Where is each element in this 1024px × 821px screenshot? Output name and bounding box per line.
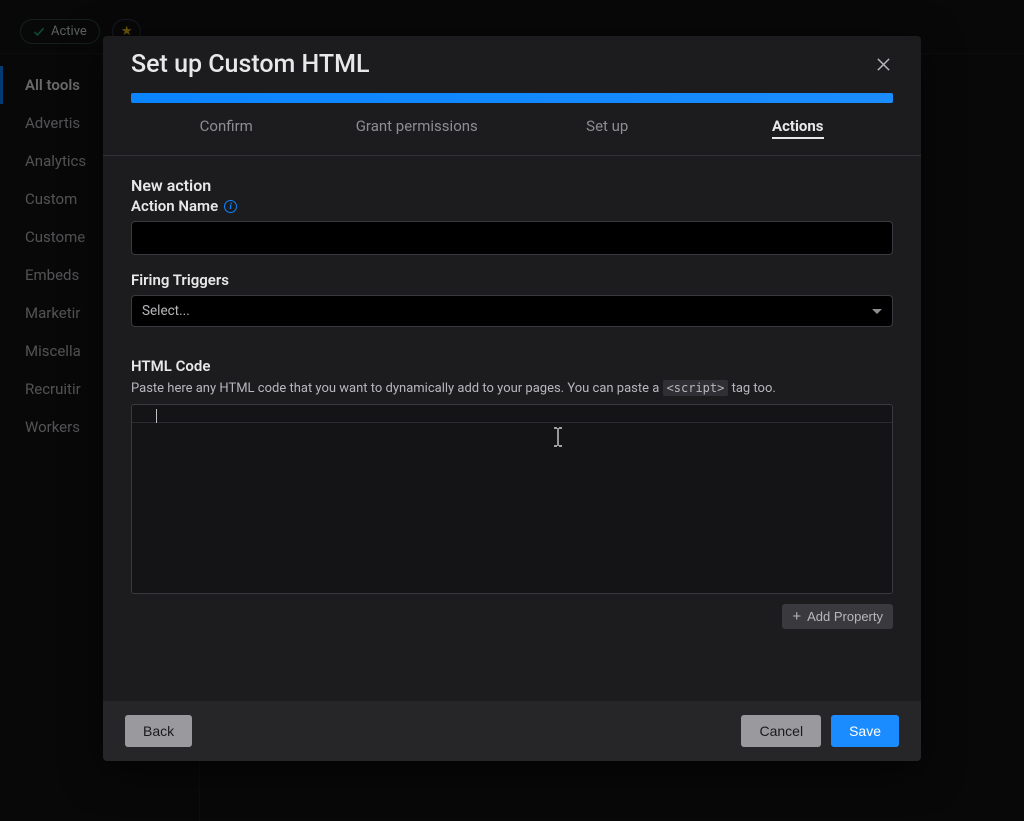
firing-triggers-select[interactable]: Select...	[131, 295, 893, 327]
firing-triggers-placeholder: Select...	[142, 303, 190, 319]
modal-footer: Back Cancel Save	[103, 701, 921, 761]
step-grant-permissions[interactable]: Grant permissions	[322, 117, 513, 145]
back-button[interactable]: Back	[125, 715, 192, 747]
step-set-up[interactable]: Set up	[512, 117, 703, 145]
add-property-button[interactable]: + Add Property	[782, 604, 893, 629]
firing-triggers-label: Firing Triggers	[131, 271, 893, 289]
step-actions[interactable]: Actions	[703, 117, 894, 145]
plus-icon: +	[792, 609, 801, 624]
html-code-desc-post: tag too.	[728, 381, 775, 396]
html-code-desc-code: <script>	[663, 380, 729, 396]
new-action-heading: New action	[131, 176, 893, 195]
modal-header: Set up Custom HTML	[103, 36, 921, 87]
ibeam-cursor-icon	[552, 427, 564, 451]
step-confirm[interactable]: Confirm	[131, 117, 322, 145]
step-label: Confirm	[200, 117, 253, 135]
html-code-textarea[interactable]	[131, 404, 893, 594]
step-label: Actions	[772, 117, 824, 139]
text-caret	[156, 409, 157, 423]
cancel-button[interactable]: Cancel	[741, 715, 821, 747]
html-code-desc-pre: Paste here any HTML code that you want t…	[131, 381, 663, 396]
modal-body: New action Action Name i Firing Triggers…	[103, 156, 921, 655]
progress-fill	[131, 93, 893, 103]
step-label: Grant permissions	[356, 117, 478, 135]
save-button[interactable]: Save	[831, 715, 899, 747]
chevron-down-icon	[872, 309, 882, 314]
html-code-label: HTML Code	[131, 357, 893, 375]
html-code-description: Paste here any HTML code that you want t…	[131, 381, 893, 396]
progress-bar	[103, 87, 921, 103]
info-icon[interactable]: i	[224, 200, 237, 213]
action-name-label: Action Name i	[131, 197, 893, 215]
action-name-label-text: Action Name	[131, 197, 218, 215]
modal-overlay: Set up Custom HTML Confirm Grant permiss…	[0, 0, 1024, 821]
step-label: Set up	[586, 117, 628, 135]
close-icon	[876, 57, 891, 72]
action-name-input[interactable]	[131, 221, 893, 255]
close-button[interactable]	[869, 51, 897, 79]
modal-title: Set up Custom HTML	[131, 50, 370, 79]
add-property-label: Add Property	[807, 609, 883, 624]
steps-nav: Confirm Grant permissions Set up Actions	[103, 103, 921, 156]
setup-modal: Set up Custom HTML Confirm Grant permiss…	[103, 36, 921, 761]
